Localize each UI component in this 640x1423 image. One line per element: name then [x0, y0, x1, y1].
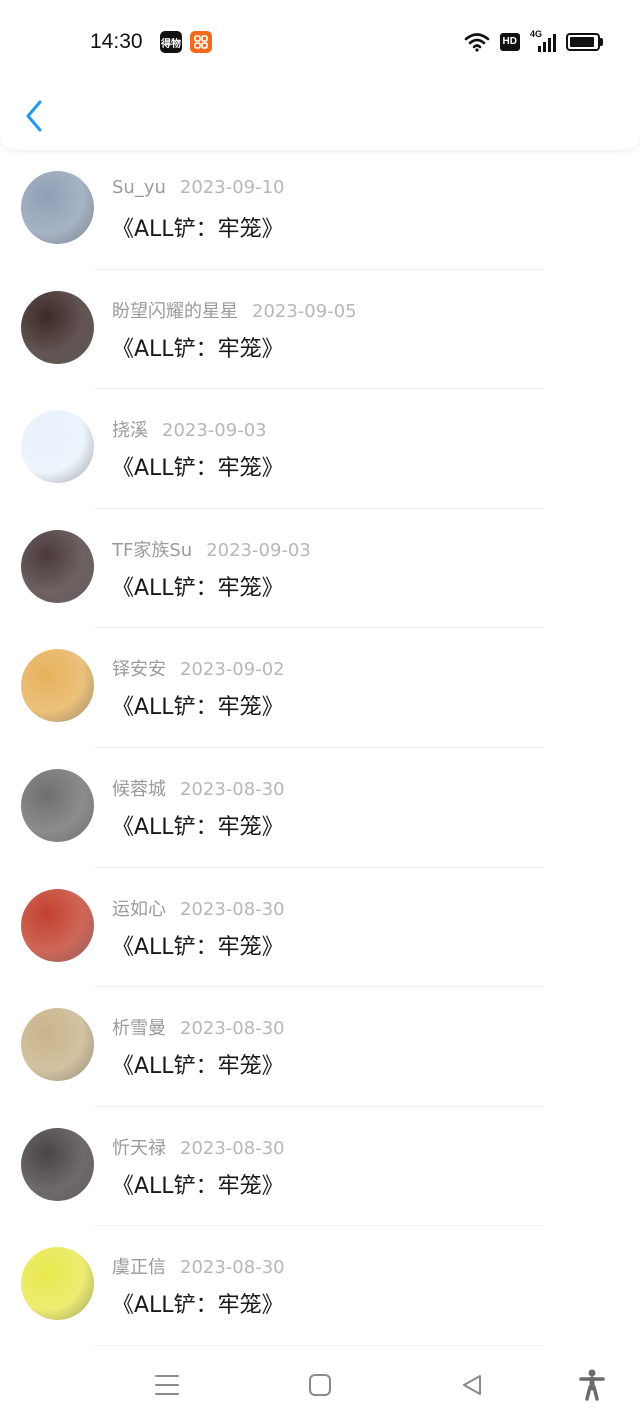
post-date: 2023-08-30 — [180, 1257, 285, 1279]
user-name[interactable]: 运如心 — [112, 899, 166, 920]
avatar[interactable] — [21, 1247, 94, 1321]
status-bar: 14:30 得物 HD 4G — [0, 0, 640, 84]
list-item[interactable]: 忻天禄 2023-08-30 《ALL铲：牢笼》 — [0, 1107, 640, 1227]
avatar[interactable] — [21, 290, 94, 364]
back-triangle-icon — [463, 1375, 481, 1395]
post-date: 2023-08-30 — [180, 898, 285, 920]
list-item[interactable]: 候蓉城 2023-08-30 《ALL铲：牢笼》 — [0, 748, 640, 868]
post-date: 2023-09-02 — [180, 659, 285, 681]
user-name[interactable]: 盼望闪耀的星星 — [112, 301, 238, 322]
item-meta: 候蓉城 2023-08-30 — [112, 775, 285, 801]
top-header: 14:30 得物 HD 4G — [0, 0, 640, 150]
avatar[interactable] — [21, 171, 94, 244]
item-meta: 析雪曼 2023-08-30 — [112, 1014, 285, 1040]
status-icons: HD 4G — [464, 29, 603, 53]
avatar[interactable] — [21, 410, 94, 484]
user-name[interactable]: 析雪曼 — [112, 1018, 166, 1039]
status-time: 14:30 — [90, 30, 143, 53]
work-title[interactable]: 《ALL铲：牢笼》 — [112, 809, 284, 841]
item-meta: TF家族Su 2023-09-03 — [112, 536, 311, 562]
accessibility-button[interactable] — [575, 1368, 609, 1402]
user-name[interactable]: 候蓉城 — [112, 779, 166, 800]
avatar[interactable] — [21, 1127, 94, 1201]
item-meta: 挠溪 2023-09-03 — [112, 416, 267, 442]
avatar[interactable] — [21, 529, 94, 603]
hd-badge: HD — [499, 33, 520, 51]
post-date: 2023-08-30 — [180, 1018, 285, 1040]
list-item[interactable]: 盼望闪耀的星星 2023-09-05 《ALL铲：牢笼》 — [0, 270, 640, 390]
nav-back-button[interactable] — [455, 1368, 489, 1402]
list-item[interactable]: 虞正信 2023-08-30 《ALL铲：牢笼》 — [0, 1226, 640, 1346]
user-name[interactable]: 虞正信 — [112, 1257, 166, 1278]
post-date: 2023-09-03 — [206, 539, 311, 561]
list-item[interactable]: Su_yu 2023-09-10 《ALL铲：牢笼》 — [0, 150, 640, 270]
user-name[interactable]: TF家族Su — [112, 540, 192, 561]
menu-button[interactable] — [150, 1368, 184, 1402]
list-item[interactable]: 铎安安 2023-09-02 《ALL铲：牢笼》 — [0, 628, 640, 748]
avatar[interactable] — [21, 649, 94, 723]
list-item[interactable]: 析雪曼 2023-08-30 《ALL铲：牢笼》 — [0, 987, 640, 1107]
app-badge-icon: 得物 — [160, 31, 182, 53]
avatar[interactable] — [21, 888, 94, 962]
home-button[interactable] — [303, 1368, 337, 1402]
user-name[interactable]: 挠溪 — [112, 420, 148, 441]
item-meta: 虞正信 2023-08-30 — [112, 1253, 285, 1279]
work-title[interactable]: 《ALL铲：牢笼》 — [112, 450, 284, 482]
list-item[interactable]: 运如心 2023-08-30 《ALL铲：牢笼》 — [0, 868, 640, 988]
post-date: 2023-09-03 — [162, 420, 267, 442]
item-meta: 运如心 2023-08-30 — [112, 895, 285, 921]
user-name[interactable]: Su_yu — [112, 177, 166, 198]
home-icon — [309, 1374, 331, 1396]
battery-icon — [566, 33, 603, 51]
item-meta: 盼望闪耀的星星 2023-09-05 — [112, 297, 357, 323]
item-meta: Su_yu 2023-09-10 — [112, 177, 285, 198]
network-label: 4G — [530, 29, 543, 39]
work-title[interactable]: 《ALL铲：牢笼》 — [112, 331, 284, 363]
post-date: 2023-09-10 — [179, 177, 285, 198]
work-title[interactable]: 《ALL铲：牢笼》 — [112, 689, 284, 721]
back-button[interactable] — [20, 98, 50, 134]
item-meta: 忻天禄 2023-08-30 — [112, 1134, 285, 1160]
post-date: 2023-09-05 — [252, 300, 357, 322]
work-title[interactable]: 《ALL铲：牢笼》 — [112, 929, 284, 961]
work-title[interactable]: 《ALL铲：牢笼》 — [112, 211, 284, 243]
work-title[interactable]: 《ALL铲：牢笼》 — [112, 1048, 284, 1080]
list-item[interactable]: TF家族Su 2023-09-03 《ALL铲：牢笼》 — [0, 509, 640, 629]
menu-icon — [155, 1375, 179, 1395]
avatar[interactable] — [21, 1008, 94, 1082]
accessibility-icon — [579, 1369, 605, 1401]
work-title[interactable]: 《ALL铲：牢笼》 — [112, 1287, 284, 1319]
work-title[interactable]: 《ALL铲：牢笼》 — [112, 570, 284, 602]
user-name[interactable]: 忻天禄 — [112, 1138, 166, 1159]
work-list: Su_yu 2023-09-10 《ALL铲：牢笼》 盼望闪耀的星星 2023-09… — [0, 150, 640, 1346]
post-date: 2023-08-30 — [180, 1137, 285, 1159]
signal-icon: 4G — [530, 29, 556, 52]
item-meta: 铎安安 2023-09-02 — [112, 655, 285, 681]
chevron-left-icon — [26, 100, 42, 132]
list-item[interactable]: 挠溪 2023-09-03 《ALL铲：牢笼》 — [0, 389, 640, 509]
system-nav-bar — [0, 1346, 640, 1423]
post-date: 2023-08-30 — [180, 778, 285, 800]
user-name[interactable]: 铎安安 — [112, 659, 166, 680]
work-title[interactable]: 《ALL铲：牢笼》 — [112, 1168, 284, 1200]
wifi-icon — [464, 33, 489, 52]
app-badge-icon-orange — [190, 31, 212, 53]
avatar[interactable] — [21, 768, 94, 842]
